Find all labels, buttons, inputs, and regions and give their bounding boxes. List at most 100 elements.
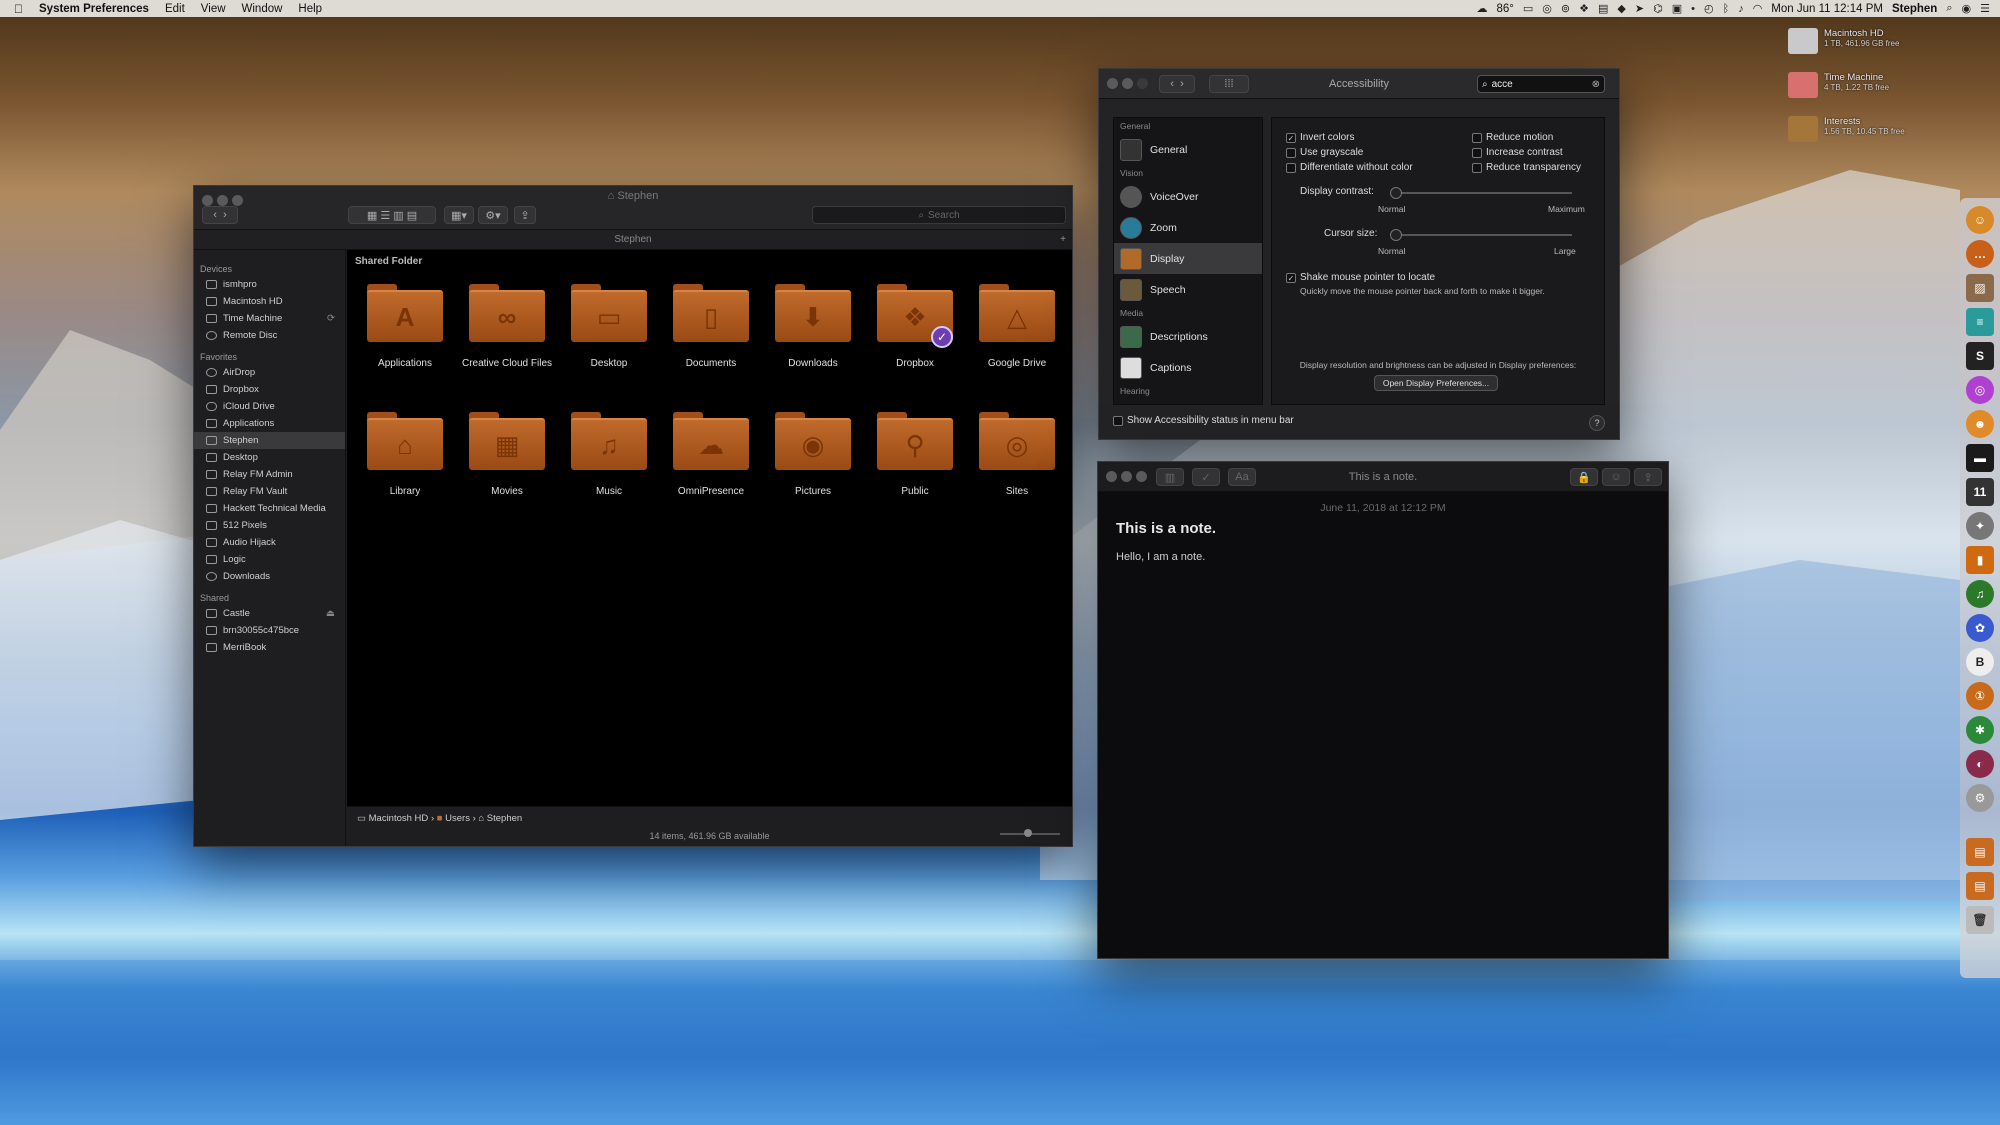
sidebar-item-applications[interactable]: Applications — [194, 415, 345, 432]
add-tab-icon[interactable]: + — [1060, 230, 1066, 250]
sidebar-item-merribook[interactable]: MerriBook — [194, 639, 345, 656]
dock-system-preferences-icon[interactable]: ⚙ — [1966, 784, 1994, 812]
folder-desktop[interactable]: ▭ Desktop — [561, 280, 657, 369]
sidebar-item-ismhpro[interactable]: ismhpro — [194, 276, 345, 293]
sidebar-item-airdrop[interactable]: AirDrop — [194, 364, 345, 381]
sidebar-item-desktop[interactable]: Desktop — [194, 449, 345, 466]
siri-icon[interactable]: ◉ — [1962, 2, 1972, 15]
menu-extra-icon-6[interactable]: ▣ — [1672, 2, 1682, 15]
folder-library[interactable]: ⌂ Library — [357, 408, 453, 497]
action-button[interactable]: ⚙▾ — [478, 206, 508, 224]
checkbox[interactable] — [1113, 415, 1123, 426]
sidebar-item-macintosh-hd[interactable]: Macintosh HD — [194, 293, 345, 310]
chevron-left-icon[interactable]: ‹ — [213, 209, 217, 221]
group-by-button[interactable]: ▦▾ — [444, 206, 474, 224]
volume-icon[interactable]: ♪ — [1738, 3, 1744, 15]
time-machine-icon[interactable]: ◴ — [1704, 2, 1714, 15]
folder-omnipresence[interactable]: ☁ OmniPresence — [663, 408, 759, 497]
clear-search-icon[interactable]: ⊗ — [1592, 79, 1600, 90]
menu-extra-icon-4[interactable]: ◆ — [1617, 2, 1625, 15]
checkbox[interactable] — [1472, 162, 1482, 173]
sidebar-item-remote-disc[interactable]: Remote Disc — [194, 327, 345, 344]
sidebar-item-zoom[interactable]: Zoom — [1114, 212, 1262, 243]
notification-center-icon[interactable]: ☰ — [1980, 2, 1990, 15]
menu-extra-icon-2[interactable]: ⊚ — [1561, 2, 1570, 15]
dock-bbedit-icon[interactable]: B — [1966, 648, 1994, 676]
weather-icon[interactable]: ☁ — [1477, 2, 1488, 15]
menu-extra-icon-5[interactable]: ⌬ — [1653, 2, 1663, 15]
dock-finder-icon[interactable]: ☺ — [1966, 206, 1994, 234]
menu-clock[interactable]: Mon Jun 11 12:14 PM — [1771, 3, 1883, 15]
breadcrumb-item[interactable]: Stephen — [487, 813, 522, 824]
dock-app-icon-10[interactable]: ✦ — [1966, 512, 1994, 540]
folder-downloads[interactable]: ⬇ Downloads — [765, 280, 861, 369]
dock-calendar-icon[interactable]: 11 — [1966, 478, 1994, 506]
menu-user[interactable]: Stephen — [1892, 3, 1937, 15]
view-mode-buttons[interactable]: ▦ ☰ ▥ ▤ — [348, 206, 436, 224]
sidebar-item-voiceover[interactable]: VoiceOver — [1114, 181, 1262, 212]
sidebar-item-general[interactable]: General — [1114, 134, 1262, 165]
dock-downloads-stack-icon[interactable]: ▤ — [1966, 838, 1994, 866]
sidebar-item-logic[interactable]: Logic — [194, 551, 345, 568]
menu-extra-icon-1[interactable]: ◎ — [1542, 2, 1552, 15]
desktop-drive-time-machine[interactable]: Time Machine 4 TB, 1.22 TB free — [1788, 72, 1938, 98]
menu-view[interactable]: View — [201, 3, 226, 15]
sidebar-item-dropbox[interactable]: Dropbox — [194, 381, 345, 398]
back-forward-buttons[interactable]: ‹ › — [202, 206, 238, 224]
chevron-right-icon[interactable]: › — [223, 209, 227, 221]
sidebar-item-display[interactable]: Display — [1114, 243, 1262, 274]
dock-messages-icon[interactable]: … — [1966, 240, 1994, 268]
dock-app-icon-16[interactable]: ✱ — [1966, 716, 1994, 744]
share-button[interactable]: ⇪ — [514, 206, 536, 224]
note-heading[interactable]: This is a note. — [1116, 520, 1216, 537]
folder-public[interactable]: ⚲ Public — [867, 408, 963, 497]
dock-photos-icon[interactable]: ✿ — [1966, 614, 1994, 642]
sidebar-item-speech[interactable]: Speech — [1114, 274, 1262, 305]
folder-documents[interactable]: ▯ Documents — [663, 280, 759, 369]
share-button[interactable]: ⇪ — [1634, 468, 1662, 486]
desktop-drive-macintosh-hd[interactable]: Macintosh HD 1 TB, 461.96 GB free — [1788, 28, 1938, 54]
slider-knob[interactable] — [1024, 829, 1032, 837]
reduce-motion-checkbox[interactable]: Reduce motion — [1472, 132, 1553, 143]
icon-view-icon[interactable]: ▦ ☰ ▥ ▤ — [367, 209, 417, 222]
dock-slack-icon[interactable]: S — [1966, 342, 1994, 370]
cursor-size-slider[interactable] — [1390, 229, 1572, 241]
slider-knob[interactable] — [1390, 229, 1402, 241]
dock-1password-icon[interactable]: ① — [1966, 682, 1994, 710]
open-display-preferences-button[interactable]: Open Display Preferences... — [1374, 375, 1498, 391]
help-button[interactable]: ? — [1589, 415, 1605, 431]
dock-trash-icon[interactable]: 🗑 — [1966, 906, 1994, 934]
breadcrumb-item[interactable]: Macintosh HD — [369, 813, 429, 824]
menu-app-name[interactable]: System Preferences — [39, 3, 149, 15]
sidebar-item-hackett-technical-media[interactable]: Hackett Technical Media — [194, 500, 345, 517]
folder-movies[interactable]: ▦ Movies — [459, 408, 555, 497]
sync-icon[interactable]: ⟳ — [327, 313, 335, 324]
increase-contrast-checkbox[interactable]: Increase contrast — [1472, 147, 1563, 158]
eject-icon[interactable]: ⏏ — [326, 608, 335, 619]
sidebar-item-512-pixels[interactable]: 512 Pixels — [194, 517, 345, 534]
sidebar-item-time-machine[interactable]: Time Machine ⟳ — [194, 310, 345, 327]
dock-documents-stack-icon[interactable]: ▤ — [1966, 872, 1994, 900]
sidebar-item-captions[interactable]: Captions — [1114, 352, 1262, 383]
bluetooth-icon[interactable]: ᛒ — [1723, 3, 1730, 15]
folder-music[interactable]: ♫ Music — [561, 408, 657, 497]
folder-pictures[interactable]: ◉ Pictures — [765, 408, 861, 497]
display-contrast-slider[interactable] — [1390, 187, 1572, 199]
checkbox[interactable] — [1472, 147, 1482, 158]
menu-extra-icon-3[interactable]: ▤ — [1598, 2, 1608, 15]
battery-icon[interactable]: ▭ — [1523, 2, 1533, 15]
slider-knob[interactable] — [1390, 187, 1402, 199]
sidebar-item-icloud-drive[interactable]: iCloud Drive — [194, 398, 345, 415]
menu-extra-icon-7[interactable]: • — [1691, 3, 1695, 15]
checkbox[interactable] — [1286, 147, 1296, 158]
show-status-menu-checkbox[interactable]: Show Accessibility status in menu bar — [1113, 415, 1294, 426]
folder-applications[interactable]: A Applications — [357, 280, 453, 369]
dock-chrome-icon[interactable]: ◎ — [1966, 376, 1994, 404]
sidebar-item-downloads[interactable]: Downloads — [194, 568, 345, 585]
dock-app-icon-17[interactable]: ◐ — [1966, 750, 1994, 778]
dock-books-icon[interactable]: ▮ — [1966, 546, 1994, 574]
wifi-icon[interactable]: ◠ — [1753, 2, 1763, 15]
folder-dropbox[interactable]: ❖ ✓ Dropbox — [867, 280, 963, 369]
weather-temp[interactable]: 86° — [1497, 3, 1514, 15]
menu-help[interactable]: Help — [298, 3, 322, 15]
